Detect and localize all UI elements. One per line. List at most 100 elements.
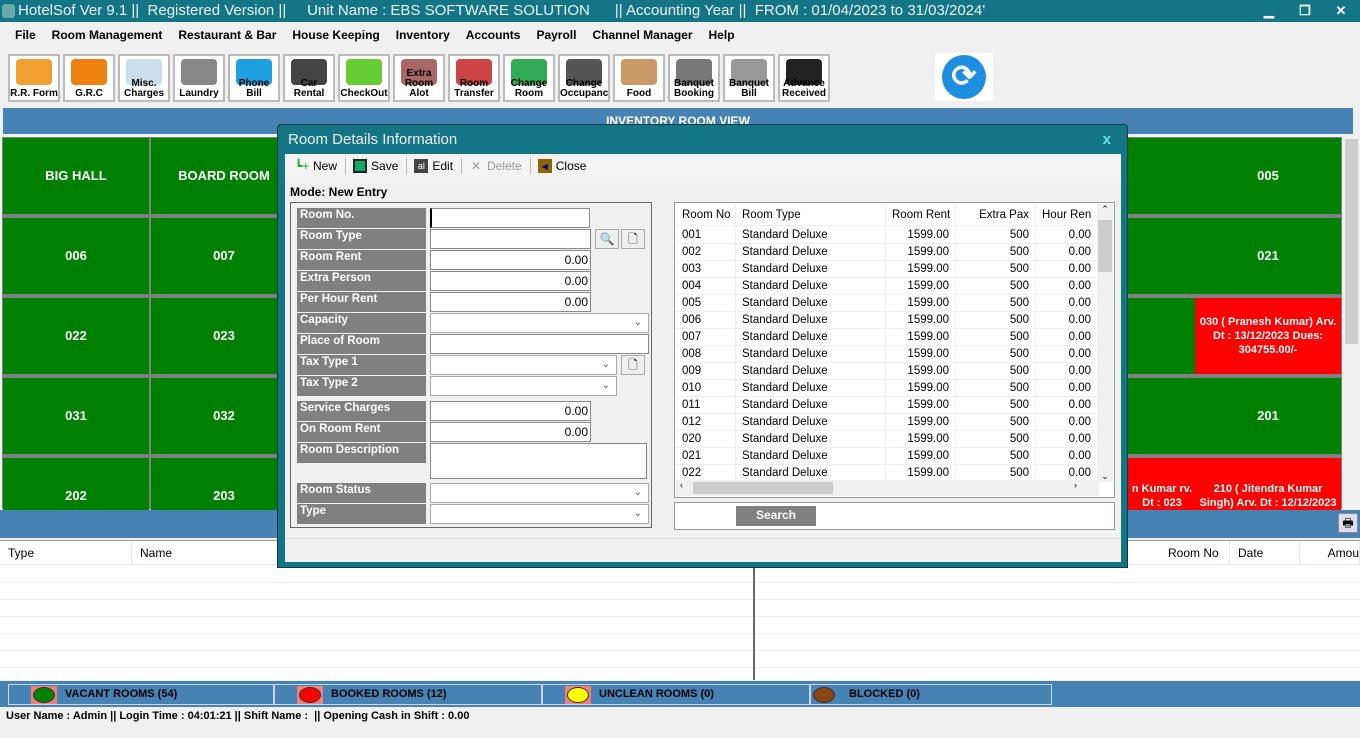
toolbar-extra-room-alot-button[interactable]: Extra Room Alot [393, 54, 445, 102]
column-header[interactable]: Room Type [736, 204, 886, 226]
room-tile[interactable] [1127, 138, 1197, 214]
toolbar-food-button[interactable]: Food [613, 54, 665, 102]
table-row[interactable]: 009 Standard Deluxe 1599.00 500 0.00 [676, 363, 1098, 380]
place-of-room-input[interactable] [430, 334, 649, 354]
new-room-type-button[interactable]: 🗋 [621, 229, 645, 249]
table-row[interactable]: 003 Standard Deluxe 1599.00 500 0.00 [676, 261, 1098, 278]
toolbar-car-rental-button[interactable]: Car Rental [283, 54, 335, 102]
column-header[interactable]: Room No [676, 204, 736, 226]
column-header[interactable]: Amou [1300, 541, 1360, 565]
room-tile[interactable]: 032 [151, 378, 297, 454]
extra-person-input[interactable]: 0.00 [430, 271, 591, 291]
printer-icon[interactable]: 🖶 [1338, 513, 1358, 533]
room-tile[interactable]: BOARD ROOM [151, 138, 297, 214]
tax-type-2-select[interactable]: ⌄ [430, 376, 617, 396]
room-no-input[interactable] [430, 208, 590, 228]
room-tile[interactable]: 030 ( Pranesh Kumar) Arv. Dt : 13/12/202… [1195, 298, 1341, 374]
room-tile[interactable] [1127, 218, 1197, 294]
menu-house-keeping[interactable]: House Keeping [285, 22, 386, 48]
toolbar-advance-received-button[interactable]: Advance Received [778, 54, 830, 102]
restore-button[interactable]: ❐ [1290, 0, 1320, 22]
table-vertical-scrollbar[interactable]: ⌃ ⌄ [1097, 204, 1113, 482]
close-window-button[interactable]: ✕ [1326, 0, 1356, 22]
menu-inventory[interactable]: Inventory [389, 22, 457, 48]
close-button[interactable]: ◂ Close [537, 159, 586, 173]
room-tile[interactable]: 021 [1195, 218, 1341, 294]
toolbar-laundry-button[interactable]: Laundry [173, 54, 225, 102]
table-row[interactable]: 006 Standard Deluxe 1599.00 500 0.00 [676, 312, 1098, 329]
room-grid-scrollbar[interactable] [1343, 137, 1360, 509]
toolbar-misc-charges-button[interactable]: Misc. Charges [118, 54, 170, 102]
type-select[interactable]: ⌄ [430, 504, 649, 524]
toolbar-banquet-booking-button[interactable]: Banquet Booking [668, 54, 720, 102]
column-header[interactable]: Extra Pax [956, 204, 1036, 226]
per-hour-rent-input[interactable]: 0.00 [430, 292, 591, 312]
column-header[interactable]: Hour Ren [1036, 204, 1098, 226]
menu-accounts[interactable]: Accounts [459, 22, 528, 48]
on-room-rent-input[interactable]: 0.00 [430, 422, 591, 442]
table-horizontal-scrollbar[interactable]: ‹ › [676, 480, 1099, 496]
menu-restaurant-bar[interactable]: Restaurant & Bar [171, 22, 283, 48]
room-rent-input[interactable]: 0.00 [430, 250, 591, 270]
table-cell: 500 [956, 380, 1036, 397]
table-row[interactable]: 005 Standard Deluxe 1599.00 500 0.00 [676, 295, 1098, 312]
table-row[interactable]: 012 Standard Deluxe 1599.00 500 0.00 [676, 414, 1098, 431]
table-cell: 007 [676, 329, 736, 346]
toolbar-banquet-bill-button[interactable]: Banquet Bill [723, 54, 775, 102]
toolbar: R.R. Form G.R.C Misc. Charges Laundry Phone … [8, 54, 833, 104]
toolbar-phone-bill-button[interactable]: Phone Bill [228, 54, 280, 102]
search-button[interactable]: Search [736, 506, 816, 526]
menu-help[interactable]: Help [702, 22, 742, 48]
tax-type-1-select[interactable]: ⌄ [430, 355, 617, 375]
table-row[interactable]: 021 Standard Deluxe 1599.00 500 0.00 [676, 448, 1098, 465]
capacity-select[interactable]: ⌄ [430, 313, 649, 333]
toolbar-change-occupancy-button[interactable]: Change Occupancy [558, 54, 610, 102]
menu-payroll[interactable]: Payroll [529, 22, 583, 48]
menu-file[interactable]: File [8, 22, 43, 48]
table-row[interactable]: 007 Standard Deluxe 1599.00 500 0.00 [676, 329, 1098, 346]
room-tile[interactable]: 005 [1195, 138, 1341, 214]
edit-button[interactable]: al Edit [414, 159, 453, 173]
service-charges-input[interactable]: 0.00 [430, 401, 591, 421]
toolbar-g-r-c-button[interactable]: G.R.C [63, 54, 115, 102]
room-tile[interactable] [1127, 378, 1197, 454]
table-row[interactable]: 010 Standard Deluxe 1599.00 500 0.00 [676, 380, 1098, 397]
new-tax-type-button[interactable]: 🗋 [621, 355, 645, 375]
room-tile[interactable] [1127, 298, 1197, 374]
menu-channel-manager[interactable]: Channel Manager [585, 22, 699, 48]
column-header[interactable]: Date [1230, 541, 1300, 565]
table-row[interactable]: 011 Standard Deluxe 1599.00 500 0.00 [676, 397, 1098, 414]
refresh-button[interactable]: ⟳ [935, 53, 993, 101]
room-tile[interactable]: 022 [3, 298, 149, 374]
toolbar-room-transfer-button[interactable]: Room Transfer [448, 54, 500, 102]
toolbar-checkout-button[interactable]: CheckOut [338, 54, 390, 102]
minimize-button[interactable]: ▁ [1254, 0, 1284, 22]
new-button[interactable]: ┗+ New [295, 159, 337, 173]
menu-room-management[interactable]: Room Management [45, 22, 170, 48]
room-tile[interactable]: 007 [151, 218, 297, 294]
toolbar-r-r-form-button[interactable]: R.R. Form [8, 54, 60, 102]
table-row[interactable]: 008 Standard Deluxe 1599.00 500 0.00 [676, 346, 1098, 363]
room-tile[interactable]: 201 [1195, 378, 1341, 454]
room-status-select[interactable]: ⌄ [430, 483, 649, 503]
dialog-close-button[interactable]: x [1103, 131, 1111, 148]
table-row[interactable]: 002 Standard Deluxe 1599.00 500 0.00 [676, 244, 1098, 261]
column-header[interactable]: Room No [1160, 541, 1230, 565]
room-tile[interactable]: 023 [151, 298, 297, 374]
green-dot-icon [33, 687, 55, 703]
legend-unclean: UNCLEAN ROOMS (0) [542, 684, 810, 705]
room-tile[interactable]: 031 [3, 378, 149, 454]
column-header[interactable]: Room Rent [886, 204, 956, 226]
room-description-input[interactable] [430, 443, 647, 479]
delete-button[interactable]: ✕ Delete [469, 159, 522, 173]
room-tile[interactable]: BIG HALL [3, 138, 149, 214]
table-row[interactable]: 020 Standard Deluxe 1599.00 500 0.00 [676, 431, 1098, 448]
search-room-type-button[interactable]: 🔍 [595, 229, 619, 249]
room-type-input[interactable] [430, 229, 591, 249]
toolbar-change-room-button[interactable]: Change Room [503, 54, 555, 102]
save-button[interactable]: Save [353, 159, 398, 173]
table-row[interactable]: 004 Standard Deluxe 1599.00 500 0.00 [676, 278, 1098, 295]
table-row[interactable]: 001 Standard Deluxe 1599.00 500 0.00 [676, 227, 1098, 244]
room-tile[interactable]: 006 [3, 218, 149, 294]
column-header[interactable]: Type [0, 541, 132, 565]
